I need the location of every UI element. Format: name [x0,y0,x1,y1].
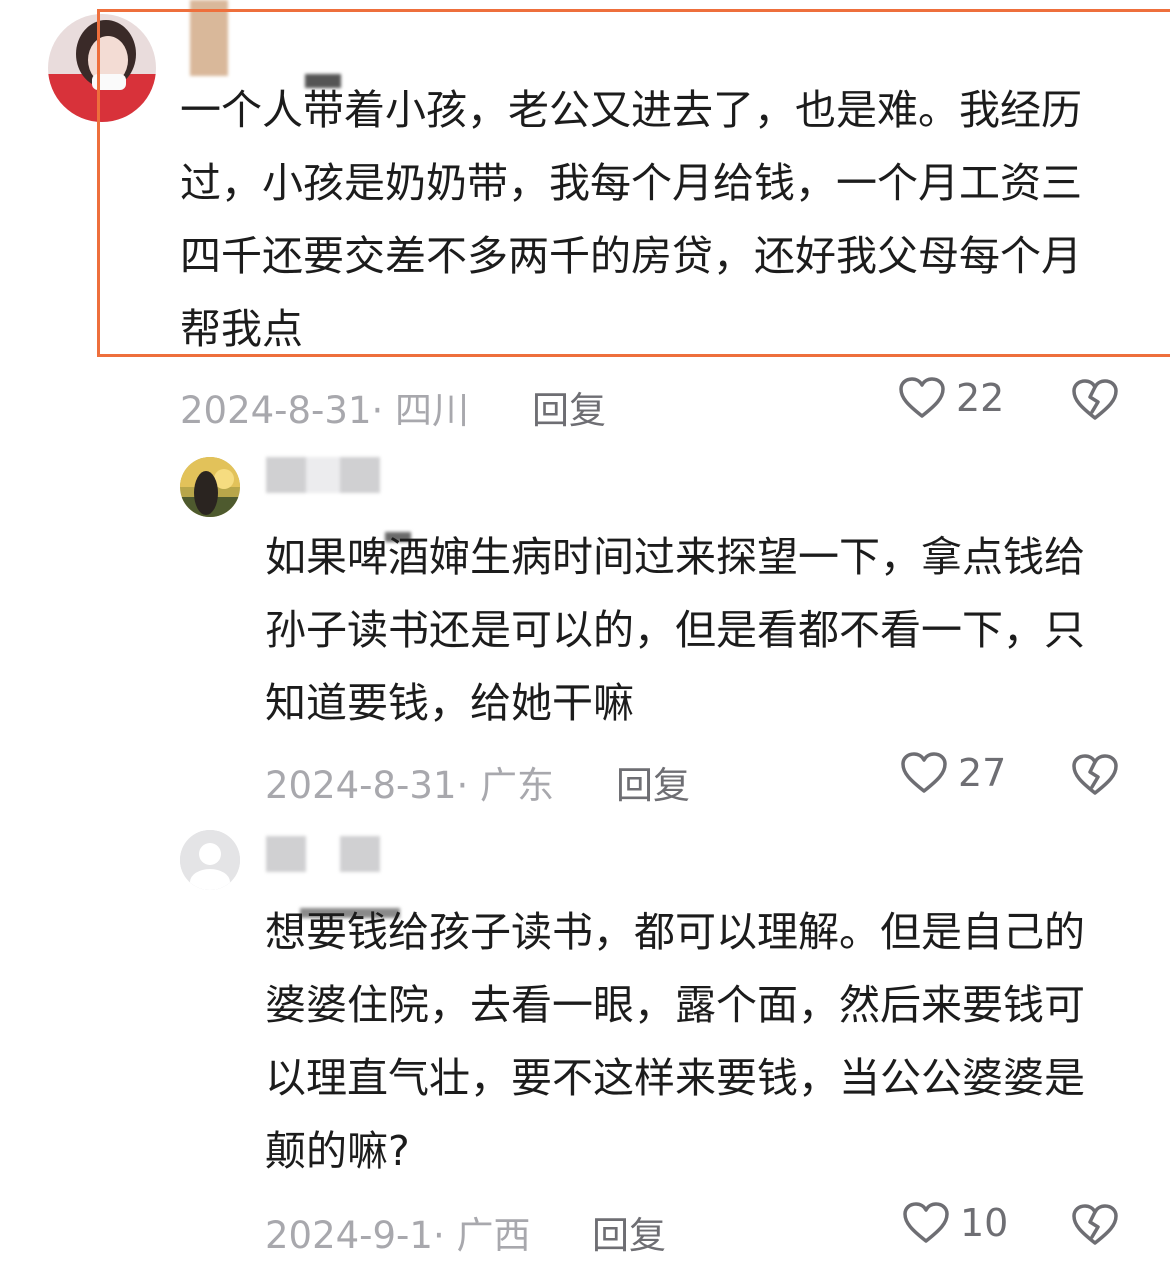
reply-1-like-count: 27 [958,751,1007,795]
avatar-reply-1[interactable] [180,457,240,517]
reply-1-date-location: 2024-8-31· 广东 [265,764,555,807]
username-reply-2-blurred[interactable] [266,836,380,872]
main-like-button[interactable]: 22 [898,376,1004,420]
reply-2-text: 想要钱给孩子读书，都可以理解。但是自己的婆婆住院，去看一眼，露个面，然后来要钱可… [265,908,1085,1175]
broken-heart-icon [1072,754,1118,795]
reply-1-reply-button[interactable]: 回复 [616,755,690,809]
heart-outline-icon [901,752,947,793]
reply-2-like-button[interactable]: 10 [902,1201,1008,1245]
reply-2-like-count: 10 [960,1201,1009,1245]
reply-2-reply-button[interactable]: 回复 [592,1205,666,1259]
reply-1-text: 如果啤酒婶生病时间过来探望一下，拿点钱给孙子读书还是可以的，但是看都不看一下，只… [265,533,1085,727]
reply-1-like-button[interactable]: 27 [900,751,1006,795]
highlight-box [97,9,1170,357]
heart-outline-icon [899,377,945,418]
avatar-reply-2-default[interactable] [180,830,240,890]
main-dislike-button[interactable] [1071,378,1119,426]
main-like-count: 22 [956,376,1005,420]
broken-heart-icon [1072,1204,1118,1245]
broken-heart-icon [1072,379,1118,420]
reply-2-date-location: 2024-9-1· 广西 [265,1214,531,1257]
username-reply-1-blurred[interactable] [266,457,380,493]
reply-2-dislike-button[interactable] [1071,1203,1119,1251]
heart-outline-icon [903,1202,949,1243]
main-reply-button[interactable]: 回复 [532,380,606,434]
reply-1-dislike-button[interactable] [1071,753,1119,801]
main-comment-date-location: 2024-8-31· 四川 [180,389,470,432]
